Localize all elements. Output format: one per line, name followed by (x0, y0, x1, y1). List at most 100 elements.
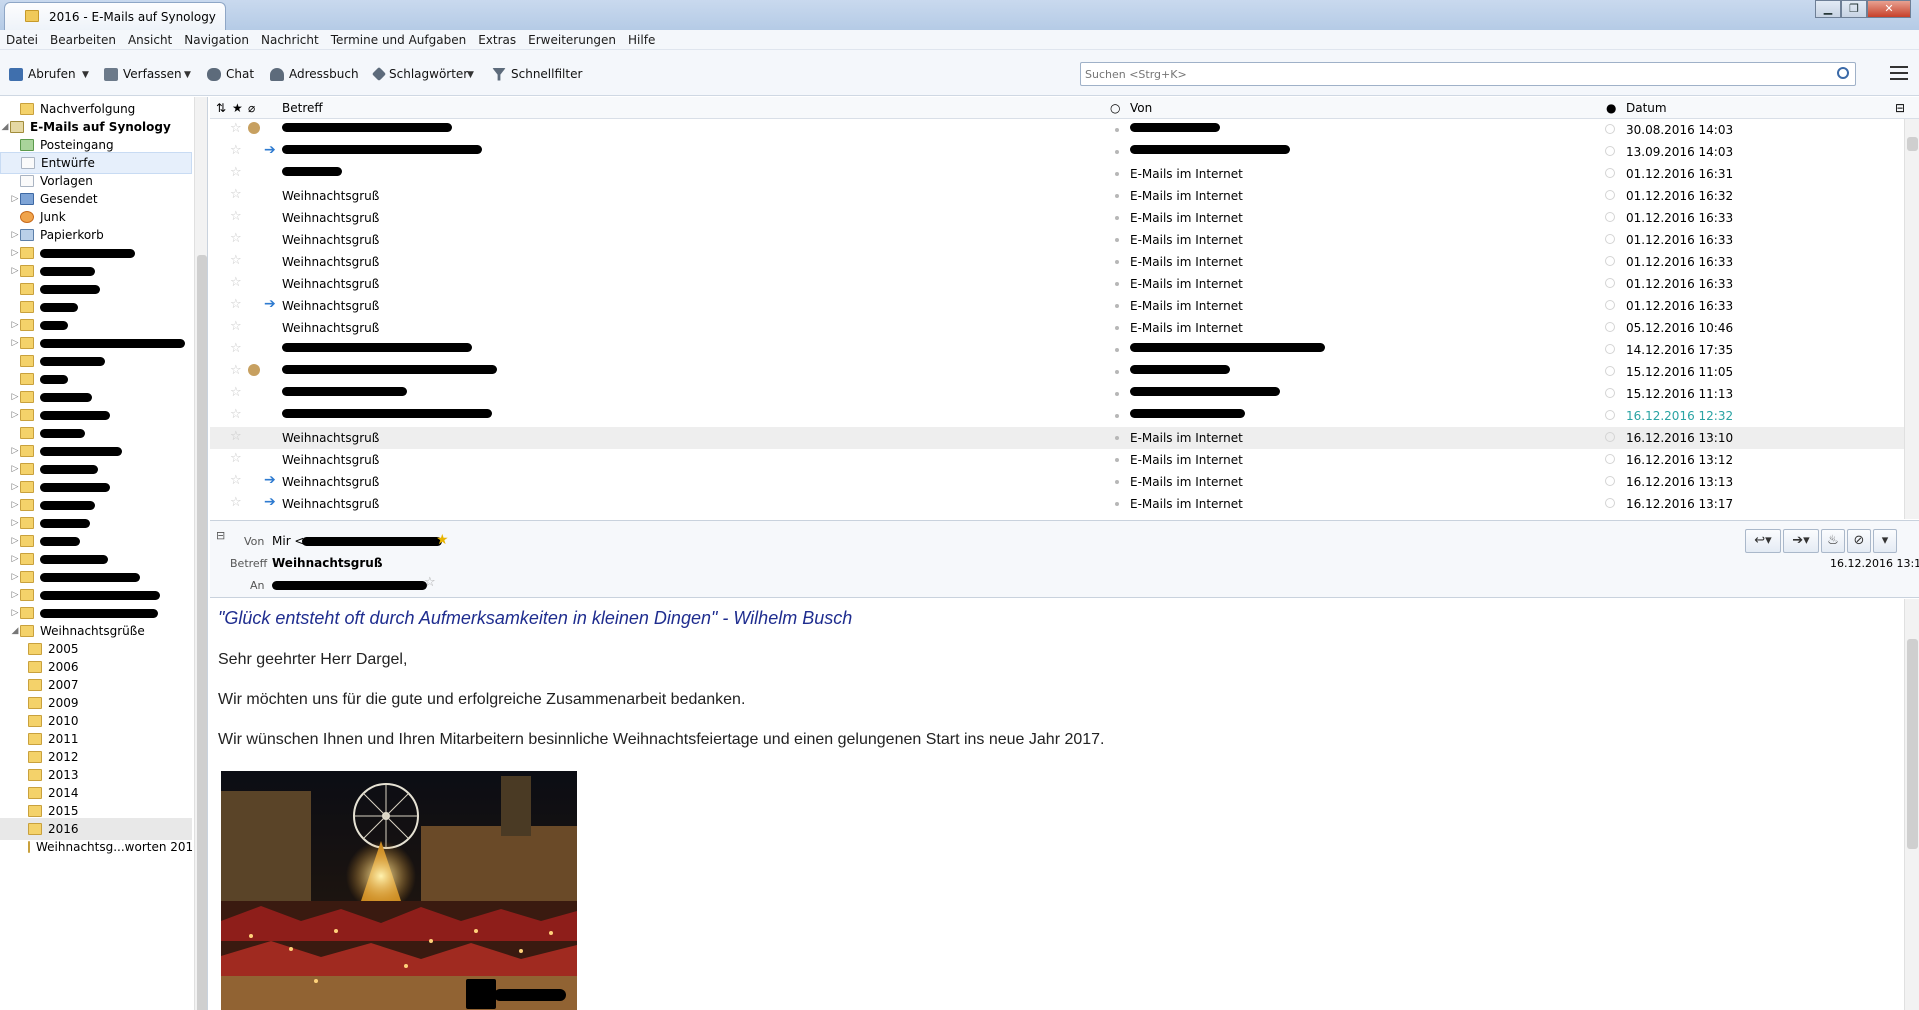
maximize-button[interactable]: ❐ (1841, 0, 1867, 18)
expand-arrow-icon[interactable]: ▷ (10, 536, 20, 546)
menu-erweiterungen[interactable]: Erweiterungen (522, 30, 622, 49)
attachment-column-icon[interactable]: ⌀ (248, 101, 255, 115)
message-row[interactable]: ☆ E-Mails im Internet 01.12.2016 16:31 (210, 163, 1904, 185)
expand-arrow-icon[interactable]: ▷ (10, 320, 20, 330)
menu-hilfe[interactable]: Hilfe (622, 30, 661, 49)
star-icon[interactable]: ☆ (230, 407, 242, 422)
message-row[interactable]: ☆ ➔ Weihnachtsgruß E-Mails im Internet 16.12… (210, 493, 1904, 515)
star-icon[interactable]: ★ (436, 532, 449, 548)
scrollbar-thumb[interactable] (1907, 639, 1918, 849)
junk-column-icon[interactable]: ● (1606, 101, 1616, 115)
menu-extras[interactable]: Extras (472, 30, 522, 49)
delete-button[interactable]: ⊘ (1847, 529, 1871, 553)
star-icon[interactable]: ☆ (230, 121, 242, 136)
read-column-icon[interactable]: ○ (1110, 101, 1120, 115)
chevron-down-icon[interactable]: ▼ (82, 70, 89, 80)
expand-arrow-icon[interactable]: ▷ (10, 464, 20, 474)
collapse-header-icon[interactable]: ⊟ (216, 529, 225, 542)
message-row[interactable]: ☆ 30.08.2016 14:03 (210, 119, 1904, 141)
star-icon[interactable]: ☆ (230, 451, 242, 466)
star-icon[interactable]: ☆ (230, 275, 242, 290)
junk-button[interactable]: ♨ (1821, 529, 1845, 553)
star-icon[interactable]: ☆ (230, 297, 242, 312)
message-row[interactable]: ☆ 16.12.2016 12:32 (210, 405, 1904, 427)
chevron-down-icon[interactable]: ▼ (467, 70, 474, 80)
star-icon[interactable]: ☆ (230, 165, 242, 180)
expand-arrow-icon[interactable]: ▷ (10, 410, 20, 420)
chevron-down-icon[interactable]: ▼ (184, 70, 191, 80)
expand-arrow-icon[interactable]: ▷ (10, 572, 20, 582)
expand-arrow-icon[interactable]: ▷ (10, 608, 20, 618)
menu-nachricht[interactable]: Nachricht (255, 30, 325, 49)
message-row[interactable]: ☆ 15.12.2016 11:05 (210, 361, 1904, 383)
star-icon[interactable]: ☆ (230, 385, 242, 400)
thread-column-icon[interactable]: ⇅ (216, 101, 226, 115)
tab-2016[interactable]: 2016 - E-Mails auf Synology (4, 2, 226, 30)
from-value[interactable]: Mir < (272, 534, 305, 548)
expand-arrow-icon[interactable]: ▷ (10, 446, 20, 456)
expand-arrow-icon[interactable]: ▷ (10, 554, 20, 564)
message-row[interactable]: ☆ Weihnachtsgruß E-Mails im Internet 01.12.… (210, 251, 1904, 273)
star-icon[interactable]: ☆ (230, 143, 242, 158)
star-icon[interactable]: ☆ (230, 341, 242, 356)
star-icon[interactable]: ☆ (230, 473, 242, 488)
star-icon[interactable]: ☆ (230, 319, 242, 334)
message-row[interactable]: ☆ 14.12.2016 17:35 (210, 339, 1904, 361)
message-row[interactable]: ☆ Weihnachtsgruß E-Mails im Internet 01.12.… (210, 207, 1904, 229)
message-row-selected[interactable]: ☆ Weihnachtsgruß E-Mails im Internet 16.12.… (210, 427, 1904, 449)
get-mail-button[interactable]: Abrufen (9, 64, 76, 84)
menu-navigation[interactable]: Navigation (178, 30, 255, 49)
collapse-arrow-icon[interactable]: ◢ (10, 626, 20, 636)
expand-arrow-icon[interactable]: ▷ (10, 248, 20, 258)
expand-arrow-icon[interactable]: ▷ (10, 338, 20, 348)
message-row[interactable]: ☆ ➔ Weihnachtsgruß E-Mails im Internet 16.12… (210, 471, 1904, 493)
message-row[interactable]: ☆ Weihnachtsgruß E-Mails im Internet 01.12.… (210, 273, 1904, 295)
search-input[interactable] (1085, 66, 1805, 82)
star-icon[interactable]: ☆ (230, 209, 242, 224)
expand-arrow-icon[interactable]: ▷ (10, 266, 20, 276)
quick-filter-button[interactable]: Schnellfilter (492, 64, 582, 84)
message-body-scrollbar[interactable] (1904, 599, 1919, 1010)
message-row[interactable]: ☆ ➔ 13.09.2016 14:03 (210, 141, 1904, 163)
menu-datei[interactable]: Datei (0, 30, 44, 49)
message-row[interactable]: ☆ Weihnachtsgruß E-Mails im Internet 05.12.… (210, 317, 1904, 339)
folder-scrollbar[interactable] (194, 97, 207, 1010)
address-book-button[interactable]: Adressbuch (270, 64, 359, 84)
expand-arrow-icon[interactable]: ▷ (10, 230, 20, 240)
expand-arrow-icon[interactable]: ▷ (10, 194, 20, 204)
folder-weihnachtsgruesse-2016[interactable]: Weihnachtsg...worten 2016 (0, 836, 201, 858)
more-button[interactable]: ▾ (1873, 529, 1897, 553)
scrollbar-thumb[interactable] (1907, 137, 1918, 151)
minimize-button[interactable]: ▁ (1815, 0, 1841, 18)
column-date[interactable]: Datum (1626, 101, 1667, 115)
menu-termine[interactable]: Termine und Aufgaben (325, 30, 472, 49)
star-icon[interactable]: ☆ (230, 363, 242, 378)
scrollbar-thumb[interactable] (197, 255, 207, 1010)
star-icon[interactable]: ☆ (230, 429, 242, 444)
message-row[interactable]: ☆ 15.12.2016 11:13 (210, 383, 1904, 405)
message-row[interactable]: ☆ Weihnachtsgruß E-Mails im Internet 16.12.… (210, 449, 1904, 471)
tags-button[interactable]: Schlagwörter (371, 64, 468, 84)
message-row[interactable]: ☆ Weihnachtsgruß E-Mails im Internet 01.12.… (210, 185, 1904, 207)
column-subject[interactable]: Betreff (282, 101, 323, 115)
search-icon[interactable] (1837, 67, 1849, 79)
expand-arrow-icon[interactable]: ▷ (10, 500, 20, 510)
star-icon[interactable]: ☆ (230, 495, 242, 510)
column-from[interactable]: Von (1130, 101, 1152, 115)
column-picker-icon[interactable]: ⊟ (1895, 101, 1905, 115)
expand-arrow-icon[interactable]: ▷ (10, 518, 20, 528)
menu-icon[interactable] (1890, 66, 1908, 80)
star-icon[interactable]: ☆ (230, 253, 242, 268)
expand-arrow-icon[interactable]: ▷ (10, 392, 20, 402)
star-icon[interactable]: ☆ (230, 231, 242, 246)
write-button[interactable]: Verfassen (104, 64, 182, 84)
star-icon[interactable]: ☆ (230, 187, 242, 202)
chat-button[interactable]: Chat (207, 64, 254, 84)
expand-arrow-icon[interactable]: ▷ (10, 482, 20, 492)
message-row[interactable]: ☆ ➔ Weihnachtsgruß E-Mails im Internet 01.12… (210, 295, 1904, 317)
menu-bearbeiten[interactable]: Bearbeiten (44, 30, 122, 49)
search-box[interactable] (1080, 62, 1856, 86)
reply-button[interactable]: ↩▾ (1745, 529, 1781, 553)
star-column-icon[interactable]: ★ (232, 101, 243, 115)
close-button[interactable]: ✕ (1867, 0, 1911, 18)
